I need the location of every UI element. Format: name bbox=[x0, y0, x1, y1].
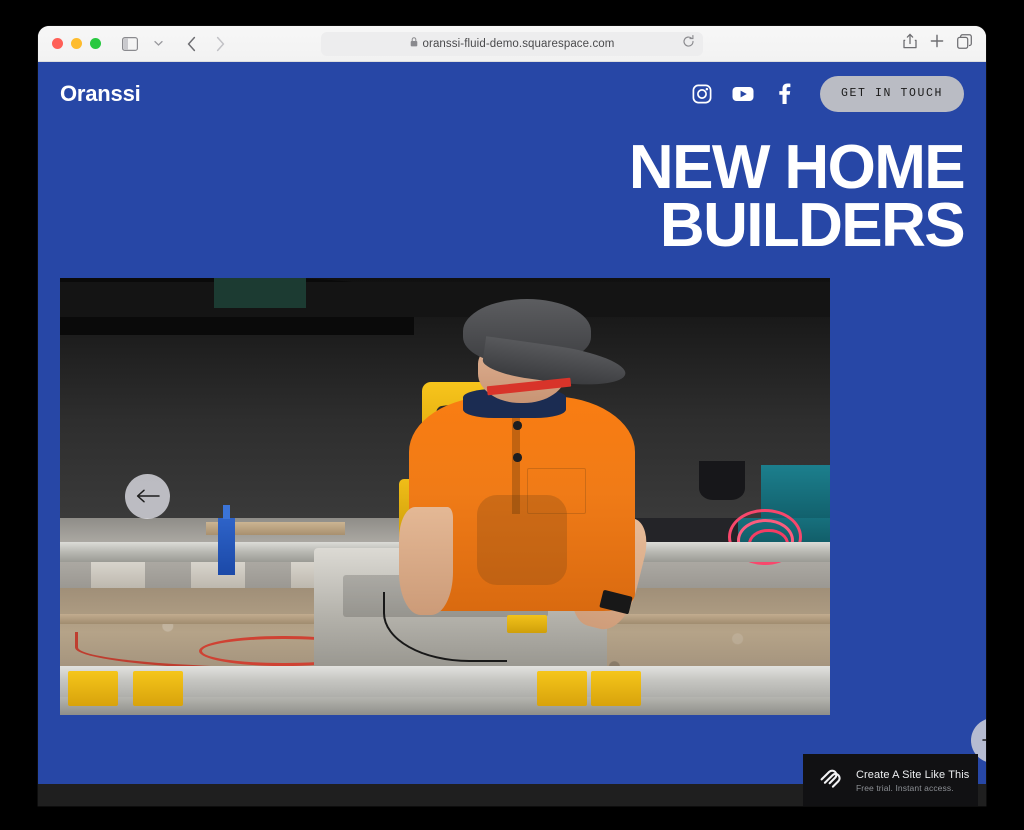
promo-subtitle: Free trial. Instant access. bbox=[856, 782, 954, 793]
tab-overview-icon[interactable] bbox=[957, 33, 972, 54]
worker-shirt-pocket bbox=[526, 467, 587, 515]
youtube-icon[interactable] bbox=[723, 79, 764, 109]
worker-shirt-button bbox=[513, 453, 522, 463]
get-in-touch-button[interactable]: GET IN TOUCH bbox=[819, 75, 964, 112]
forward-chevron-icon bbox=[207, 32, 233, 56]
safari-window: oranssi-fluid-demo.squarespace.com Orans… bbox=[38, 26, 986, 806]
worker-shirt-button bbox=[513, 421, 522, 430]
toolbar-right-controls bbox=[903, 33, 972, 54]
slider-image[interactable] bbox=[60, 277, 830, 715]
worker-tape-measure bbox=[507, 614, 547, 633]
maximize-window-button[interactable] bbox=[90, 38, 101, 49]
header-actions: GET IN TOUCH bbox=[682, 75, 964, 112]
hero-heading: NEW HOME BUILDERS bbox=[628, 133, 966, 261]
photo-bucket bbox=[699, 461, 746, 501]
photo-chalk-bottle bbox=[217, 505, 235, 575]
url-text: oranssi-fluid-demo.squarespace.com bbox=[422, 37, 615, 50]
promo-text: Create A Site Like This Free trial. Inst… bbox=[856, 769, 969, 793]
close-window-button[interactable] bbox=[52, 38, 63, 49]
share-icon[interactable] bbox=[903, 33, 917, 54]
photo-worker bbox=[398, 299, 654, 657]
instagram-icon[interactable] bbox=[682, 79, 723, 109]
arrow-right-icon bbox=[981, 739, 986, 741]
chevron-down-icon[interactable] bbox=[145, 32, 171, 56]
reload-icon[interactable] bbox=[682, 34, 695, 53]
browser-toolbar: oranssi-fluid-demo.squarespace.com bbox=[38, 26, 986, 62]
photo-yellow-clamp bbox=[67, 670, 118, 706]
window-controls bbox=[52, 38, 101, 49]
site-logo[interactable]: Oranssi bbox=[60, 81, 141, 107]
lock-icon bbox=[410, 37, 418, 50]
site-header: Oranssi GET IN TOUCH bbox=[38, 62, 986, 125]
desktop-backdrop: oranssi-fluid-demo.squarespace.com Orans… bbox=[0, 0, 1024, 830]
worker-left-arm bbox=[398, 507, 453, 615]
squarespace-promo-banner[interactable]: Create A Site Like This Free trial. Inst… bbox=[803, 754, 978, 806]
photo-yellow-clamp bbox=[133, 670, 184, 706]
arrow-left-icon bbox=[136, 489, 160, 503]
back-chevron-icon[interactable] bbox=[179, 32, 205, 56]
promo-title: Create A Site Like This bbox=[856, 768, 970, 781]
facebook-icon[interactable] bbox=[764, 79, 805, 109]
squarespace-logo-icon bbox=[817, 767, 843, 794]
address-bar[interactable]: oranssi-fluid-demo.squarespace.com bbox=[321, 31, 703, 56]
photo-yellow-clamp bbox=[591, 670, 642, 706]
plus-icon[interactable] bbox=[930, 34, 944, 53]
toolbar-left-controls bbox=[117, 32, 233, 56]
minimize-window-button[interactable] bbox=[71, 38, 82, 49]
website-viewport: Oranssi GET IN TOUCH NEW HOME BUILDERS C… bbox=[38, 62, 986, 806]
slider-prev-button[interactable] bbox=[125, 473, 170, 519]
photo-yellow-clamp bbox=[537, 670, 588, 706]
photo-green-object bbox=[214, 277, 307, 309]
hero-slider bbox=[60, 277, 986, 763]
sidebar-toggle-icon[interactable] bbox=[117, 32, 143, 56]
